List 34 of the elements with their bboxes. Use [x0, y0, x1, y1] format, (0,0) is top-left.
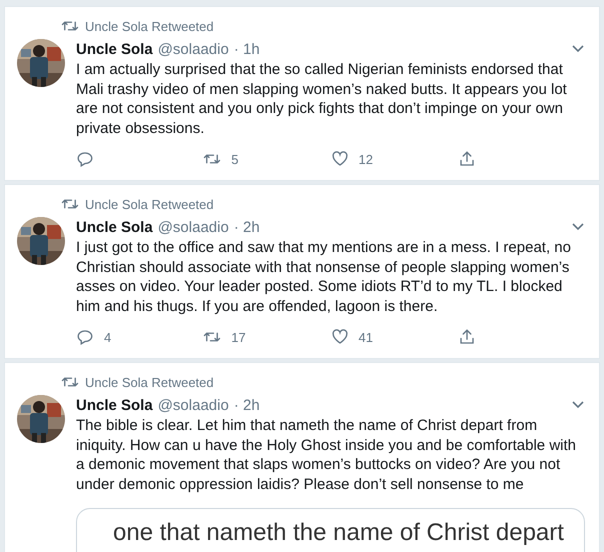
reply-icon[interactable]: [76, 150, 94, 168]
chevron-down-icon[interactable]: [571, 222, 585, 232]
reply-icon[interactable]: [76, 328, 94, 346]
tweet-card[interactable]: [4, 6, 600, 181]
user-name[interactable]: Uncle Sola: [76, 40, 153, 58]
user-handle[interactable]: @solaadio: [158, 218, 229, 236]
tweet-card[interactable]: [4, 184, 600, 359]
retweeted-label: Uncle Sola Retweeted: [85, 196, 214, 212]
chevron-down-icon[interactable]: [571, 400, 585, 410]
share-icon[interactable]: [458, 150, 476, 168]
retweeted-label: Uncle Sola Retweeted: [85, 374, 214, 390]
user-name[interactable]: Uncle Sola: [76, 396, 153, 414]
chevron-down-icon[interactable]: [571, 44, 585, 54]
like-count: 41: [358, 330, 373, 344]
retweet-count: 17: [231, 330, 246, 344]
reply-count: 4: [104, 330, 112, 344]
tweet-card[interactable]: [4, 362, 600, 552]
user-handle[interactable]: @solaadio: [158, 396, 229, 414]
like-count: 12: [358, 152, 373, 166]
tweet-text: I just got to the office and saw that my mentions are in a mess. I repeat, no Christian should associate with that nonsense of people slapping women’s asses on video. Your leader posted. Some idiots RT’d to my TL. I blocked him and his thugs. If you are offended, lagoon is there.: [76, 238, 572, 316]
user-name[interactable]: Uncle Sola: [76, 218, 153, 236]
tweet-text: I am actually surprised that the so called Nigerian feminists endorsed that Mali trashy video of men slapping women’s naked butts. It appears you lot are not consistent and you only pick fights that don’t impinge on your own private obsessions.: [76, 60, 568, 138]
tweet-time[interactable]: · 1h: [234, 40, 260, 58]
tweet-text: The bible is clear. Let him that nameth the name of Christ depart from iniquity. How can u have the Holy Ghost inside you and be comfortable with a demonic movement that slaps women’s buttocks on video? Are you not under demonic oppression laidis? Please don’t sell nonsense to me: [76, 416, 577, 494]
heart-icon[interactable]: [330, 150, 348, 168]
image-card[interactable]: one that nameth the name of Christ depart: [76, 508, 585, 552]
image-text: one that nameth the name of Christ depart: [113, 519, 564, 546]
retweeted-label: Uncle Sola Retweeted: [85, 18, 214, 34]
retweet-count: 5: [231, 152, 238, 166]
heart-icon[interactable]: [330, 328, 348, 346]
tweet-time[interactable]: · 2h: [234, 396, 260, 414]
tweet-time[interactable]: · 2h: [234, 218, 260, 236]
share-icon[interactable]: [458, 328, 476, 346]
user-handle[interactable]: @solaadio: [158, 40, 229, 58]
